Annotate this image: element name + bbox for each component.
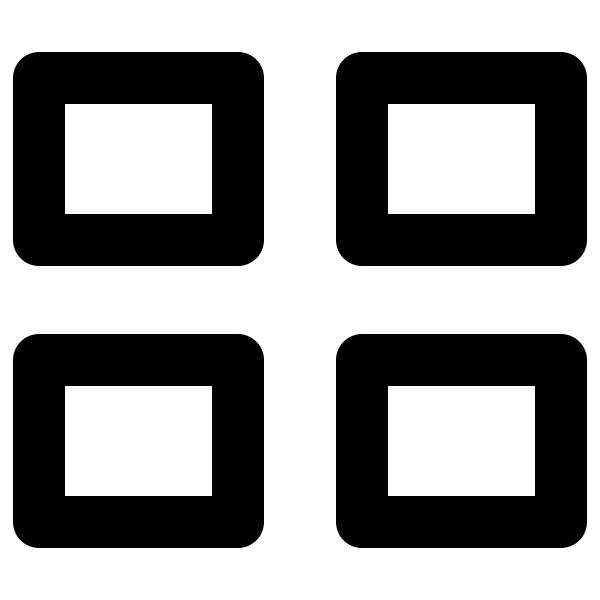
grid-view-icon	[0, 0, 600, 600]
grid-tile-bottom-right	[336, 334, 587, 548]
grid-tile-bottom-left	[13, 334, 264, 548]
grid-tile-top-left	[13, 52, 264, 266]
grid-tile-top-right	[336, 52, 587, 266]
